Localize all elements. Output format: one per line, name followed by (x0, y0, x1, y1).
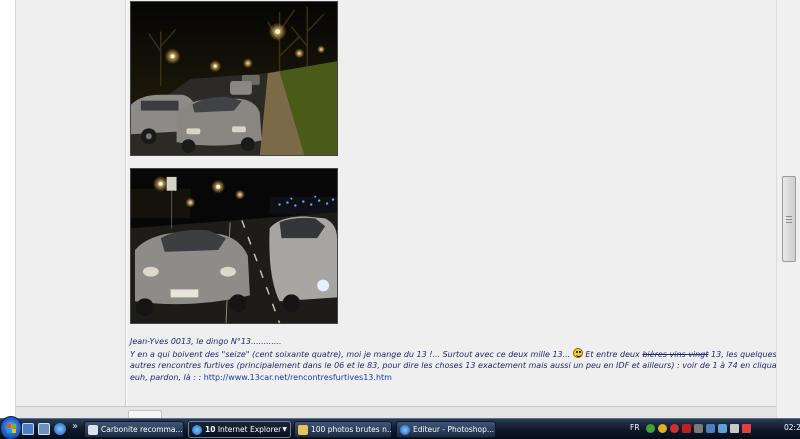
network-tray-icon[interactable] (706, 424, 715, 433)
post-strikethrough-text: bières vins vingt (642, 349, 709, 359)
folder-icon (298, 425, 308, 435)
taskbar-button-label: Editeur - Photoshop... (413, 425, 495, 434)
photo-1-image (131, 2, 337, 155)
internet-explorer-icon (400, 425, 410, 435)
taskbar-button-label: Internet Explorer (217, 425, 282, 434)
post-footer-bar (16, 406, 776, 419)
system-clock[interactable]: 02:2 (784, 423, 800, 432)
post-line-2-start: Y en a qui boivent des "seize" (cent soi… (130, 349, 571, 359)
alert-tray-icon[interactable] (742, 424, 751, 433)
taskbar-window-count: 10 (205, 425, 216, 434)
volume-tray-icon[interactable] (730, 424, 739, 433)
language-indicator[interactable]: FR (630, 423, 640, 432)
scrollbar-grip (786, 216, 792, 217)
switch-windows-icon[interactable] (38, 423, 50, 435)
taskbar-button-label: Carbonite recomma... (101, 425, 183, 434)
update-tray-icon[interactable] (682, 424, 691, 433)
post-line-2-end: 13, les quelques (708, 349, 777, 359)
warning-tray-icon[interactable] (658, 424, 667, 433)
post-line-4: euh, pardon, là : : http://www.13car.net… (130, 372, 770, 384)
taskbar-button-photoshop[interactable]: Editeur - Photoshop... (396, 421, 496, 438)
internet-explorer-icon[interactable] (54, 423, 66, 435)
post-author-column (16, 0, 126, 410)
photo-2-image (131, 169, 337, 323)
taskbar-button-internet-explorer[interactable]: 10 Internet Explorer ▼ (188, 421, 291, 438)
taskbar-button-label: 100 photos brutes n... (311, 425, 392, 434)
post-link[interactable]: http://www.13car.net/rencontresfurtives1… (204, 373, 392, 382)
app-tray-icon[interactable] (694, 424, 703, 433)
windows-taskbar: » Carbonite recomma... 10 Internet Explo… (0, 416, 800, 439)
post-signature: Jean-Yves 0013, le dingo N°13...........… (130, 337, 282, 346)
start-button[interactable] (0, 416, 22, 439)
post-photo-2[interactable] (130, 168, 338, 324)
monitor-tray-icon[interactable] (718, 424, 727, 433)
post-line-2: Y en a qui boivent des "seize" (cent soi… (130, 347, 777, 361)
security-tray-icon[interactable] (646, 424, 655, 433)
smiley-icon (572, 347, 583, 358)
page-left-margin (0, 0, 16, 418)
antivirus-tray-icon[interactable] (670, 424, 679, 433)
scrollbar-thumb[interactable] (782, 176, 796, 262)
scrollbar-grip (786, 219, 792, 220)
vertical-scrollbar[interactable] (776, 0, 800, 418)
taskbar-button-carbonite[interactable]: Carbonite recomma... (84, 421, 184, 438)
post-photo-1[interactable] (130, 1, 338, 156)
post-text: Jean-Yves 0013, le dingo N°13...........… (130, 336, 800, 384)
taskbar-button-photos[interactable]: 100 photos brutes n... (294, 421, 392, 438)
post-line-3: autres rencontres furtives (principaleme… (130, 361, 800, 370)
post-line-4-text: euh, pardon, là : : (130, 372, 204, 382)
post-line-2-middle: Et entre deux (582, 349, 643, 359)
show-desktop-icon[interactable] (22, 423, 34, 435)
carbonite-icon (88, 425, 98, 435)
internet-explorer-icon (192, 425, 202, 435)
scrollbar-grip (786, 222, 792, 223)
windows-logo-icon (7, 424, 16, 433)
quick-launch-chevron-icon[interactable]: » (72, 421, 78, 432)
browser-viewport: Jean-Yves 0013, le dingo N°13...........… (0, 0, 800, 419)
chevron-down-icon: ▼ (282, 426, 287, 433)
